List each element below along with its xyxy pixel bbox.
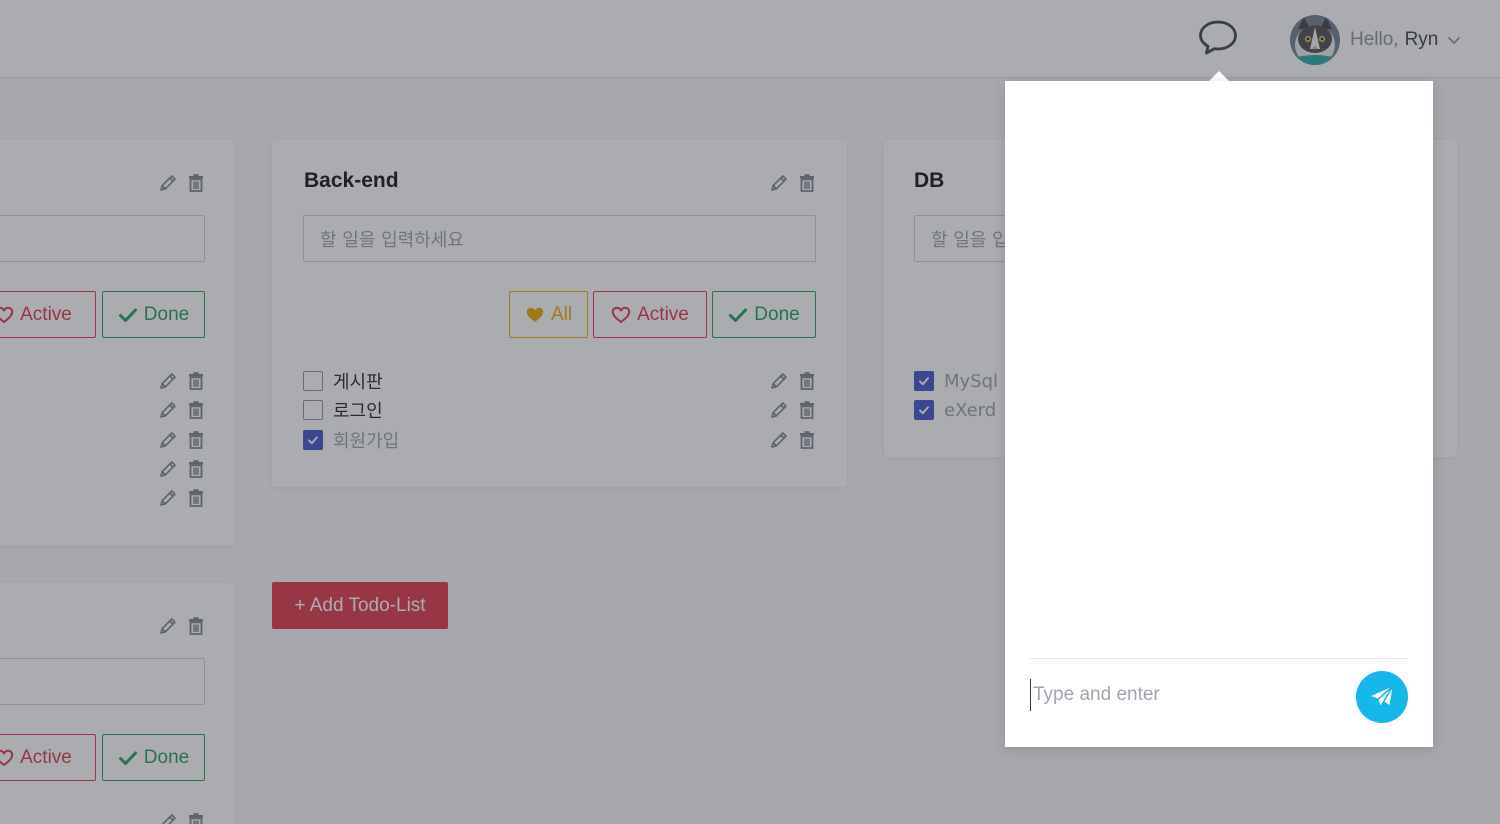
chat-message-input[interactable] <box>1030 679 1350 711</box>
popover-arrow <box>1209 71 1229 81</box>
send-button[interactable] <box>1356 671 1408 723</box>
paper-plane-icon <box>1371 685 1394 707</box>
divider <box>1030 658 1408 659</box>
chat-panel <box>1005 81 1433 747</box>
